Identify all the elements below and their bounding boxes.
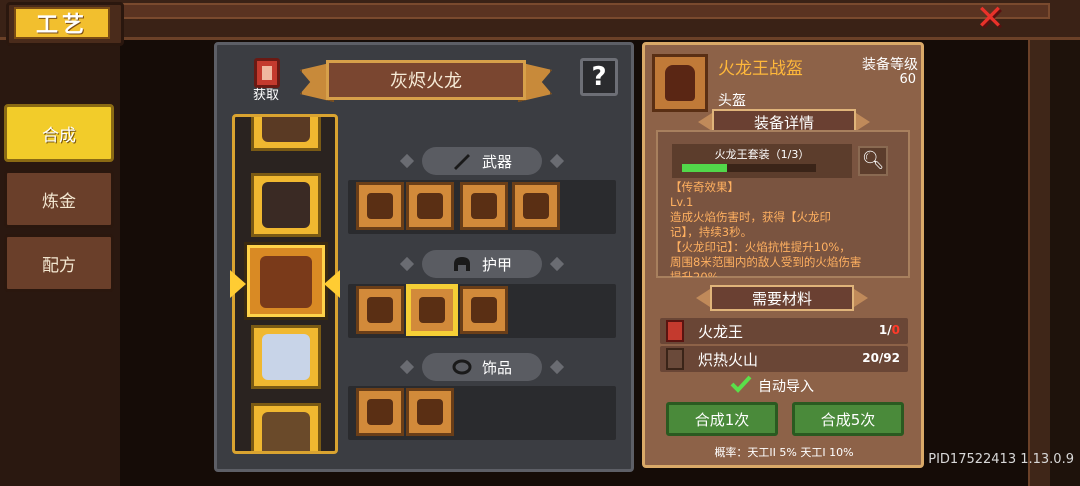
diamond-ornament — [399, 153, 415, 169]
amulet-icon — [452, 359, 472, 375]
category-header-weapon: 武器 — [384, 146, 580, 176]
item-type: 头盔 — [718, 93, 746, 109]
boss-portrait-icon — [262, 412, 310, 451]
get-source-label[interactable]: 获取 — [246, 84, 286, 103]
equip-level-label: 装备等级 — [862, 57, 918, 73]
category-label: 护甲 — [481, 255, 512, 274]
weapon-item-slot[interactable] — [406, 182, 454, 230]
effect-line: 【传奇效果】 — [670, 180, 739, 194]
accessory-item-slot[interactable] — [356, 388, 404, 436]
category-label: 饰品 — [481, 358, 512, 377]
sword-icon — [453, 154, 470, 170]
material-count: 1/0 — [879, 323, 900, 337]
fire-helmet-icon — [665, 65, 695, 101]
item-name: 火龙王战盔 — [718, 59, 803, 79]
fire-helmet-icon — [419, 297, 445, 323]
probability-text: 概率：天工II 5% 天工I 10% — [714, 446, 854, 459]
effect-line: Lv.1 — [670, 195, 694, 209]
ring-icon — [417, 399, 443, 425]
material-need: 0 — [891, 323, 900, 337]
material-row[interactable]: 炽热火山 20/92 — [660, 346, 908, 372]
tab-recipes[interactable]: 配方 — [4, 234, 114, 292]
close-button[interactable]: ✕ — [972, 1, 1008, 35]
craft-five-button[interactable]: 合成5次 — [792, 402, 904, 436]
blade-icon — [471, 193, 497, 219]
material-have: 1/ — [878, 323, 892, 337]
item-icon — [652, 54, 708, 112]
page-title: 工艺 — [14, 7, 110, 39]
diamond-ornament — [399, 359, 415, 375]
ice-boss-portrait-icon — [262, 334, 310, 380]
boss-portrait-icon — [262, 117, 310, 142]
claw-icon — [417, 193, 443, 219]
right-rail — [1028, 40, 1050, 486]
category-pill: 饰品 — [422, 353, 542, 381]
accessory-item-row — [348, 386, 616, 440]
effect-line: 周围8米范围内的敌人受到的火焰伤害 — [670, 255, 862, 269]
fire-dragon-portrait-icon — [260, 256, 312, 308]
material-row[interactable]: 火龙王 1/0 — [660, 318, 908, 344]
chest-armor-icon — [367, 297, 393, 323]
selection-arrow-right-icon — [324, 270, 340, 298]
armor-item-row — [348, 284, 616, 338]
selection-arrow-left-icon — [230, 270, 246, 298]
equip-level-value: 60 — [899, 72, 916, 87]
checkbox-checked-icon[interactable] — [730, 374, 752, 394]
diamond-ornament — [549, 153, 565, 169]
necklace-icon — [367, 399, 393, 425]
material-count: 20/92 — [862, 351, 900, 365]
axe-icon — [367, 193, 393, 219]
material-name: 炽热火山 — [698, 351, 759, 369]
help-button[interactable]: ? — [580, 58, 618, 96]
diamond-ornament — [549, 359, 565, 375]
boss-name: 灰烬火龙 — [326, 60, 526, 100]
set-name: 火龙王套装（1/3） — [714, 148, 810, 161]
zoom-button[interactable]: 🔍︎ — [858, 146, 888, 176]
tab-alchemy[interactable]: 炼金 — [4, 170, 114, 228]
category-pill: 护甲 — [422, 250, 542, 278]
boss-list[interactable] — [232, 114, 338, 454]
armor-item-slot[interactable] — [356, 286, 404, 334]
materials-title: 需要材料 — [710, 285, 854, 311]
effect-text: 【传奇效果】 Lv.1 造成火焰伤害时，获得【火龙印 记】，持续3秒。 【火龙印… — [670, 180, 906, 277]
weapon-item-slot[interactable] — [460, 182, 508, 230]
tab-synthesis[interactable]: 合成 — [4, 104, 114, 162]
category-header-armor: 护甲 — [384, 249, 580, 279]
category-header-accessory: 饰品 — [384, 352, 580, 382]
effect-line: 记】，持续3秒。 — [670, 225, 753, 239]
weapon-item-slot[interactable] — [356, 182, 404, 230]
magnify-icon: 🔍︎ — [861, 150, 885, 171]
diamond-ornament — [549, 256, 565, 272]
armor-item-slot-selected[interactable] — [408, 286, 456, 334]
weapon-item-slot[interactable] — [512, 182, 560, 230]
set-progress-fill — [682, 164, 727, 172]
accessory-item-slot[interactable] — [406, 388, 454, 436]
boss-slot[interactable] — [251, 117, 321, 151]
category-label: 武器 — [481, 152, 512, 171]
helmet-icon — [453, 257, 470, 271]
boss-slot[interactable] — [251, 325, 321, 389]
auto-import-label[interactable]: 自动导入 — [758, 376, 814, 396]
armor-item-slot[interactable] — [460, 286, 508, 334]
craft-once-button[interactable]: 合成1次 — [666, 402, 778, 436]
boss-name-banner: 灰烬火龙 — [300, 58, 552, 104]
version-label: PID17522413 1.13.0.9 — [928, 452, 1074, 467]
category-pill: 武器 — [422, 147, 542, 175]
gauntlet-icon — [471, 297, 497, 323]
staff-icon — [523, 193, 549, 219]
effect-line: 【火龙印记】：火焰抗性提升10%， — [670, 240, 851, 254]
pirate-boss-portrait-icon — [262, 182, 310, 228]
effect-line: 造成火焰伤害时，获得【火龙印 — [670, 210, 831, 224]
diamond-ornament — [399, 256, 415, 272]
card-icon — [666, 320, 684, 342]
boss-slot[interactable] — [251, 403, 321, 451]
top-bar-strip — [120, 3, 1050, 19]
boss-slot-selected[interactable] — [247, 245, 325, 317]
weapon-item-row — [348, 180, 616, 234]
effect-line: 提升20% — [670, 270, 719, 277]
card-icon — [666, 348, 684, 370]
boss-slot[interactable] — [251, 173, 321, 237]
material-name: 火龙王 — [698, 323, 744, 341]
